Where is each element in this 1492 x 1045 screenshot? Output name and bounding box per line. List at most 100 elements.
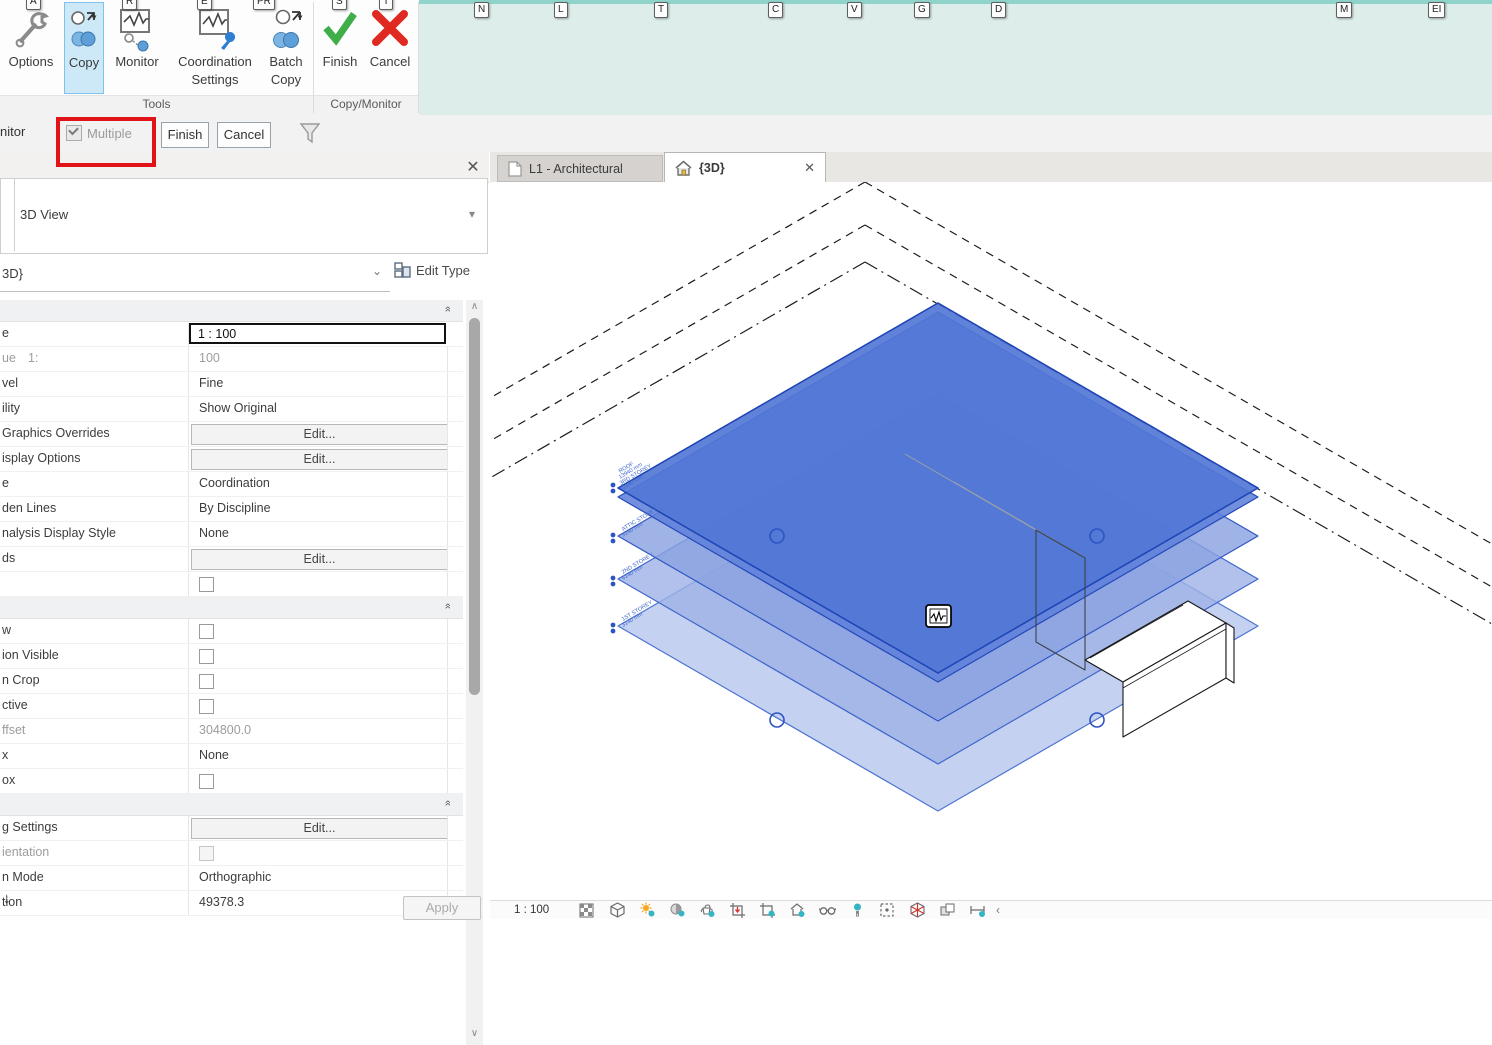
cancel-label: Cancel: [366, 53, 414, 70]
prop-row-scope-box[interactable]: x None: [0, 744, 463, 769]
prop-row-clip-active: ctive: [0, 694, 463, 719]
reveal-hidden-elements-icon[interactable]: [849, 902, 866, 918]
reveal-constraints-icon[interactable]: [969, 902, 986, 918]
edit-button[interactable]: Edit...: [191, 549, 448, 570]
group-header-graphics[interactable]: »: [0, 300, 463, 322]
keytip-tab-g: G: [914, 2, 930, 18]
checkbox[interactable]: [199, 649, 214, 664]
sun-path-icon[interactable]: [639, 902, 656, 918]
edit-button[interactable]: Edit...: [191, 449, 448, 470]
prop-row-orientation: ientation: [0, 841, 463, 866]
group-header-camera[interactable]: »: [0, 794, 463, 816]
chevron-left-icon[interactable]: ‹: [996, 903, 1000, 917]
coordination-settings-button[interactable]: Coordination Settings: [172, 2, 258, 92]
options-bar-cancel-button[interactable]: Cancel: [217, 122, 271, 148]
tab-label: {3D}: [699, 161, 725, 175]
copy-button[interactable]: Copy: [64, 2, 104, 94]
drawing-area[interactable]: ROOF 13940 mm 3RD STOREY 12140 mm ATTIC …: [490, 182, 1492, 900]
collapse-icon[interactable]: »: [442, 603, 454, 609]
options-bar: nitor Multiple Finish Cancel: [0, 115, 1492, 153]
prop-row-parts-visibility[interactable]: ility Show Original: [0, 397, 463, 422]
crop-region-icon[interactable]: [759, 902, 776, 918]
prop-row-detail-level[interactable]: vel Fine: [0, 372, 463, 397]
monitor-button[interactable]: Monitor: [106, 2, 168, 92]
prop-row-graphics-overrides: Graphics Overrides Edit...: [0, 422, 463, 447]
shadows-icon[interactable]: [669, 902, 686, 918]
prop-row-crop-view: w: [0, 619, 463, 644]
checkbox[interactable]: [199, 577, 214, 592]
wrench-icon: [13, 8, 49, 50]
type-name-row: 3D} ⌄ Edit Type: [0, 252, 486, 295]
cancel-button[interactable]: Cancel: [366, 2, 414, 92]
tab-close-icon[interactable]: ✕: [804, 160, 815, 176]
options-label: Options: [2, 53, 60, 70]
crop-view-icon[interactable]: [729, 902, 746, 918]
checkbox: [199, 846, 214, 861]
temporary-view-properties-icon[interactable]: [879, 902, 896, 918]
keytip-tab-l: L: [554, 2, 568, 18]
tab-l1-architectural[interactable]: L1 - Architectural: [497, 155, 663, 182]
monitor-icon: [115, 8, 159, 52]
prop-row-section-box: ox: [0, 769, 463, 794]
checkbox[interactable]: [199, 774, 214, 789]
prop-row-hidden-lines[interactable]: den Lines By Discipline: [0, 497, 463, 522]
keytip-cancel: T: [379, 0, 393, 10]
revit-copy-monitor-window: { "ribbon": { "panels": { "tools": "Tool…: [0, 0, 1492, 918]
edit-button[interactable]: Edit...: [191, 424, 448, 445]
prop-row-ds-edit: ds Edit...: [0, 547, 463, 572]
scale-control[interactable]: 1 : 100: [514, 904, 566, 916]
down-arrow-icon: ↓: [3, 890, 11, 907]
keytip-options: A: [26, 0, 41, 10]
filter-icon[interactable]: [299, 122, 321, 146]
properties-palette: ✕ 3D View ▾ 3D} ⌄ Edit Type » e 1 : 100 …: [0, 152, 491, 918]
prop-row-analysis-display-style[interactable]: nalysis Display Style None: [0, 522, 463, 547]
collapse-icon[interactable]: »: [442, 306, 454, 312]
keytip-batch-copy: PR: [253, 0, 275, 10]
prop-row-view-scale[interactable]: e 1 : 100: [0, 322, 463, 347]
wall-end-cap: [1226, 623, 1234, 683]
type-selector[interactable]: 3D View ▾: [0, 178, 488, 254]
finish-check-icon: [320, 8, 360, 48]
edit-button[interactable]: Edit...: [191, 818, 448, 839]
chevron-down-icon[interactable]: ▾: [469, 207, 475, 221]
scrollbar-thumb[interactable]: [469, 318, 480, 695]
home-icon: [675, 160, 692, 176]
coordination-label-2: Settings: [172, 71, 258, 88]
keytip-tab-v: V: [847, 2, 862, 18]
level-plates[interactable]: [618, 303, 1258, 811]
options-button[interactable]: Options: [2, 2, 60, 92]
apply-button[interactable]: Apply: [403, 896, 481, 920]
palette-scrollbar[interactable]: ∧ ∨: [466, 300, 483, 1045]
prop-row-discipline[interactable]: e Coordination: [0, 472, 463, 497]
view-scale-combo[interactable]: 1 : 100: [189, 323, 446, 344]
scroll-down-icon[interactable]: ∨: [466, 1028, 483, 1039]
checkbox[interactable]: [199, 674, 214, 689]
sheet-icon: [508, 161, 522, 177]
detail-level-icon[interactable]: [579, 902, 596, 918]
close-icon[interactable]: ✕: [463, 157, 483, 177]
collapse-icon[interactable]: »: [442, 800, 454, 806]
prop-row-projection-mode[interactable]: n Mode Orthographic: [0, 866, 463, 891]
lock-3d-view-icon[interactable]: [789, 902, 806, 918]
prop-row-elevation[interactable]: tion 49378.3: [0, 891, 463, 916]
chevron-down-icon[interactable]: ⌄: [372, 264, 382, 278]
checkbox[interactable]: [199, 699, 214, 714]
checkbox[interactable]: [199, 624, 214, 639]
3d-view[interactable]: ROOF 13940 mm 3RD STOREY 12140 mm ATTIC …: [490, 182, 1492, 900]
tab-3d[interactable]: {3D} ✕: [664, 152, 826, 182]
group-header-extents[interactable]: »: [0, 597, 463, 619]
finish-label: Finish: [318, 53, 362, 70]
coordination-label-1: Coordination: [172, 53, 258, 70]
tab-label: L1 - Architectural: [529, 162, 623, 176]
edit-type-button[interactable]: Edit Type: [394, 262, 470, 279]
analytical-model-icon[interactable]: [909, 902, 926, 918]
prop-row-display-options: isplay Options Edit...: [0, 447, 463, 472]
temporary-hide-isolate-icon[interactable]: [819, 902, 836, 918]
batch-copy-button[interactable]: Batch Copy: [262, 2, 310, 92]
finish-button[interactable]: Finish: [318, 2, 362, 92]
displacement-sets-icon[interactable]: [939, 902, 956, 918]
visual-style-icon[interactable]: [609, 902, 626, 918]
scroll-up-icon[interactable]: ∧: [466, 301, 483, 312]
render-dialog-icon[interactable]: [699, 902, 716, 918]
options-bar-finish-button[interactable]: Finish: [161, 122, 209, 148]
